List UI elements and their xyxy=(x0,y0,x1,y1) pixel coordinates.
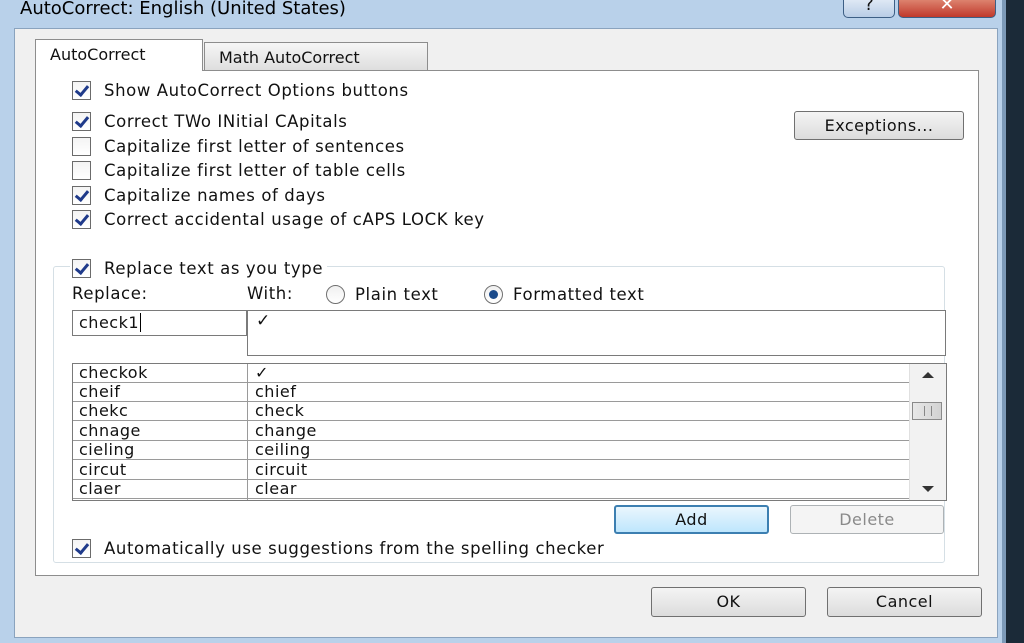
show-autocorrect-options-label: Show AutoCorrect Options buttons xyxy=(104,81,409,100)
list-item-replace: chekc xyxy=(79,401,129,420)
spelling-suggestions-label: Automatically use suggestions from the s… xyxy=(104,539,605,558)
list-item-with: circuit xyxy=(255,460,308,479)
spelling-suggestions-checkbox[interactable] xyxy=(72,539,91,558)
close-icon: ✕ xyxy=(939,0,955,15)
capitalize-table-cells-checkbox[interactable] xyxy=(72,161,91,180)
entries-list[interactable]: checkok ✓ cheif chief chekc check chnage… xyxy=(72,363,947,501)
list-item-replace: circut xyxy=(79,460,127,479)
help-icon: ? xyxy=(864,0,874,15)
list-scrollbar[interactable] xyxy=(909,364,946,500)
title-bar[interactable]: AutoCorrect: English (United States) ? ✕ xyxy=(0,0,1002,28)
capitalize-sentences-checkbox[interactable] xyxy=(72,137,91,156)
autocorrect-dialog: AutoCorrect: English (United States) ? ✕… xyxy=(0,0,1006,643)
with-input[interactable]: ✓ xyxy=(247,310,946,356)
tab-autocorrect[interactable]: AutoCorrect xyxy=(35,39,203,71)
delete-button[interactable]: Delete xyxy=(790,505,944,534)
list-item-with: chief xyxy=(255,382,297,401)
correct-two-initials-label: Correct TWo INitial CApitals xyxy=(104,112,348,131)
add-button[interactable]: Add xyxy=(614,505,769,534)
list-item-replace: cieling xyxy=(79,440,135,459)
spelling-suggestions-row[interactable]: Automatically use suggestions from the s… xyxy=(72,539,604,558)
scroll-up-icon[interactable] xyxy=(922,372,934,378)
list-item-replace: chnage xyxy=(79,421,141,440)
list-item-with: change xyxy=(255,421,317,440)
dialog-body: AutoCorrect Math AutoCorrect Show AutoCo… xyxy=(14,28,998,638)
replace-input-value: check1 xyxy=(79,313,140,332)
list-item[interactable]: chekc check xyxy=(73,401,909,421)
replace-label: Replace: xyxy=(72,284,148,303)
list-item-with: ceiling xyxy=(255,440,311,459)
capitalize-sentences-label: Capitalize first letter of sentences xyxy=(104,137,405,156)
show-autocorrect-options-row[interactable]: Show AutoCorrect Options buttons xyxy=(72,81,409,100)
list-item-replace: checkok xyxy=(79,363,148,382)
capitalize-days-checkbox[interactable] xyxy=(72,186,91,205)
close-button[interactable]: ✕ xyxy=(898,0,996,18)
formatted-text-option[interactable]: Formatted text xyxy=(484,285,644,304)
tab-math-autocorrect[interactable]: Math AutoCorrect xyxy=(204,42,428,70)
caps-lock-checkbox[interactable] xyxy=(72,210,91,229)
capitalize-days-row[interactable]: Capitalize names of days xyxy=(72,186,326,205)
list-item-with: clear xyxy=(255,479,297,498)
list-item[interactable]: claer clear xyxy=(73,479,909,499)
capitalize-table-cells-row[interactable]: Capitalize first letter of table cells xyxy=(72,161,406,180)
list-item-replace: cheif xyxy=(79,382,121,401)
list-item[interactable]: circut circuit xyxy=(73,460,909,480)
capitalize-table-cells-label: Capitalize first letter of table cells xyxy=(104,161,406,180)
show-autocorrect-options-checkbox[interactable] xyxy=(72,81,91,100)
formatted-text-label: Formatted text xyxy=(513,285,645,304)
scroll-thumb[interactable] xyxy=(912,402,942,420)
plain-text-radio[interactable] xyxy=(326,285,345,304)
list-item-with: ✓ xyxy=(255,363,269,382)
capitalize-days-label: Capitalize names of days xyxy=(104,186,326,205)
replace-input[interactable]: check1 xyxy=(72,310,247,336)
cancel-button[interactable]: Cancel xyxy=(827,587,982,617)
with-input-value: ✓ xyxy=(256,311,271,331)
replace-text-label: Replace text as you type xyxy=(104,259,324,278)
caps-lock-label: Correct accidental usage of cAPS LOCK ke… xyxy=(104,210,485,229)
correct-two-initials-row[interactable]: Correct TWo INitial CApitals xyxy=(72,112,347,131)
list-item-with: check xyxy=(255,401,305,420)
ok-button[interactable]: OK xyxy=(651,587,806,617)
list-item-replace: claer xyxy=(79,479,121,498)
replace-text-checkbox[interactable] xyxy=(72,259,91,278)
list-item[interactable]: cheif chief xyxy=(73,382,909,402)
plain-text-option[interactable]: Plain text xyxy=(326,285,439,304)
list-item[interactable]: chnage change xyxy=(73,421,909,441)
autocorrect-panel: Show AutoCorrect Options buttons Correct… xyxy=(35,70,979,576)
help-button[interactable]: ? xyxy=(843,0,895,18)
exceptions-button[interactable]: Exceptions... xyxy=(794,111,964,140)
list-item[interactable]: cieling ceiling xyxy=(73,440,909,460)
caps-lock-row[interactable]: Correct accidental usage of cAPS LOCK ke… xyxy=(72,210,485,229)
plain-text-label: Plain text xyxy=(355,285,439,304)
with-label: With: xyxy=(247,284,294,303)
scroll-down-icon[interactable] xyxy=(922,486,934,492)
formatted-text-radio[interactable] xyxy=(484,285,503,304)
correct-two-initials-checkbox[interactable] xyxy=(72,112,91,131)
list-item[interactable]: checkok ✓ xyxy=(73,364,909,383)
capitalize-sentences-row[interactable]: Capitalize first letter of sentences xyxy=(72,137,405,156)
dialog-title: AutoCorrect: English (United States) xyxy=(20,0,346,19)
replace-text-row[interactable]: Replace text as you type xyxy=(70,259,328,278)
